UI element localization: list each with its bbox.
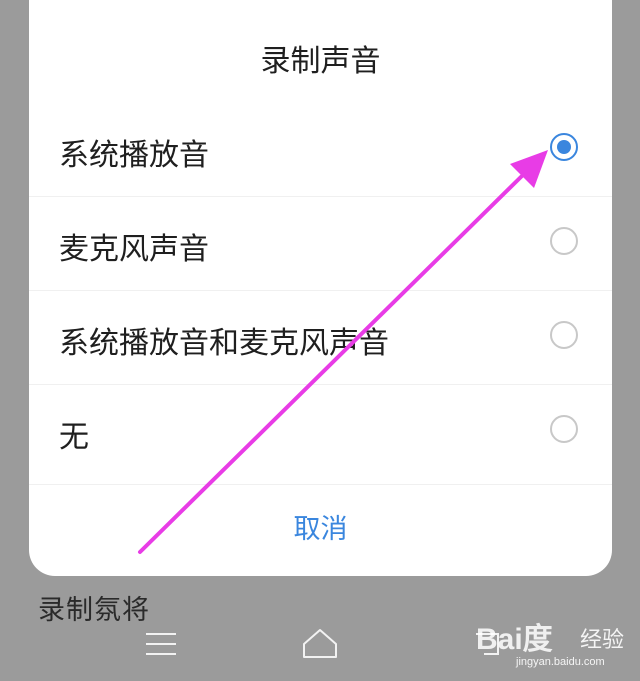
radio-unchecked-icon[interactable]	[550, 415, 578, 443]
option-label: 系统播放音	[59, 138, 209, 173]
home-icon[interactable]	[300, 626, 340, 660]
option-none[interactable]: 无	[29, 384, 612, 478]
radio-unchecked-icon[interactable]	[550, 321, 578, 349]
option-system-playback[interactable]: 系统播放音	[29, 102, 612, 196]
option-label: 系统播放音和麦克风声音	[59, 326, 389, 361]
dialog-title: 录制声音	[260, 44, 381, 79]
option-label: 无	[59, 420, 89, 455]
watermark-brand: Bai度	[476, 623, 553, 656]
background-setting-label: 录制氛将	[38, 595, 150, 626]
option-label: 麦克风声音	[59, 232, 209, 267]
watermark-sub: 经验	[580, 628, 625, 653]
cancel-button[interactable]: 取消	[29, 485, 612, 575]
watermark-url: jingyan.baidu.com	[516, 656, 605, 668]
record-sound-dialog: 录制声音 系统播放音 麦克风声音 系统播放音和麦克风声音 无 取消	[29, 0, 612, 576]
radio-unchecked-icon[interactable]	[550, 227, 578, 255]
radio-checked-icon[interactable]	[550, 133, 578, 161]
option-system-and-microphone[interactable]: 系统播放音和麦克风声音	[29, 290, 612, 384]
menu-icon[interactable]	[144, 630, 178, 658]
option-microphone[interactable]: 麦克风声音	[29, 196, 612, 290]
baidu-jingyan-watermark: Bai度 经验 jingyan.baidu.com	[476, 612, 636, 678]
